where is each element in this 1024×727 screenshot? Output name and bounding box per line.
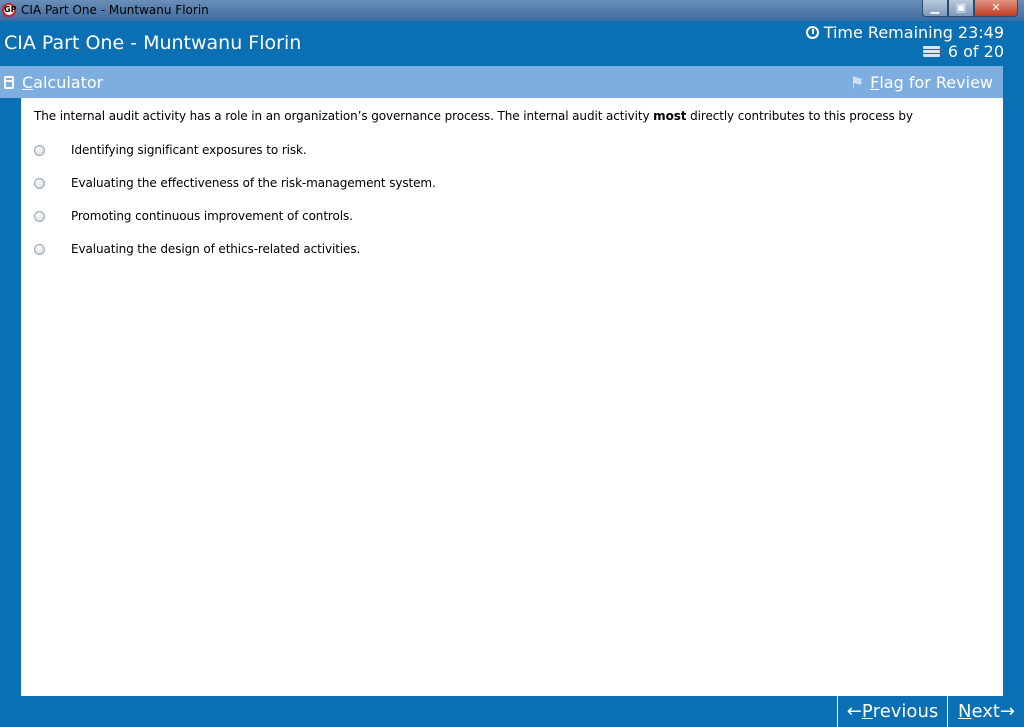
calculator-button[interactable]: Calculator: [4, 73, 103, 92]
arrow-right-icon: →: [999, 701, 1016, 722]
window-controls: ▁ ▣ ✕: [922, 0, 1018, 18]
previous-button[interactable]: ← Previous: [837, 696, 947, 727]
question-progress: 6 of 20: [922, 42, 1004, 61]
option-label: Promoting continuous improvement of cont…: [71, 209, 353, 223]
answer-option-2[interactable]: Evaluating the effectiveness of the risk…: [34, 176, 436, 190]
emphasis-most: most: [653, 109, 687, 123]
next-button[interactable]: Next →: [947, 696, 1024, 727]
minimize-button[interactable]: ▁: [922, 0, 948, 17]
flag-icon: ⚑: [849, 73, 865, 92]
option-label: Evaluating the effectiveness of the risk…: [71, 176, 436, 190]
calculator-label: Calculator: [22, 73, 104, 92]
time-value: 23:49: [957, 23, 1004, 42]
time-label: Time Remaining: [823, 23, 953, 42]
option-label: Evaluating the design of ethics-related …: [71, 242, 361, 256]
app-logo-icon: GP: [2, 3, 16, 17]
exam-header: CIA Part One - Muntwanu Florin Time Rema…: [0, 21, 1024, 65]
questions-stack-icon: [922, 46, 940, 57]
option-label: Identifying significant exposures to ris…: [71, 143, 307, 157]
radio-button[interactable]: [34, 144, 45, 156]
window-title: CIA Part One - Muntwanu Florin: [21, 3, 209, 17]
radio-button[interactable]: [34, 177, 45, 189]
exam-toolbar: Calculator ⚑ Flag for Review: [0, 66, 1003, 98]
exam-title: CIA Part One - Muntwanu Florin: [4, 32, 302, 54]
radio-button[interactable]: [34, 243, 45, 255]
progress-text: 6 of 20: [947, 42, 1004, 61]
close-button[interactable]: ✕: [974, 0, 1018, 17]
flag-label: Flag for Review: [870, 73, 993, 92]
question-panel: The internal audit activity has a role i…: [21, 98, 1003, 696]
answer-option-4[interactable]: Evaluating the design of ethics-related …: [34, 242, 360, 256]
question-stem: The internal audit activity has a role i…: [34, 109, 913, 123]
calculator-icon: [4, 76, 14, 89]
clock-icon: [805, 26, 819, 39]
radio-button[interactable]: [34, 210, 45, 222]
arrow-left-icon: ←: [846, 701, 862, 722]
navigation-footer: ← Previous Next →: [0, 696, 1024, 727]
answer-option-3[interactable]: Promoting continuous improvement of cont…: [34, 209, 353, 223]
restore-button[interactable]: ▣: [948, 0, 974, 17]
window-titlebar: GP CIA Part One - Muntwanu Florin ▁ ▣ ✕: [0, 0, 1024, 21]
time-remaining: Time Remaining 23:49: [805, 23, 1004, 42]
flag-for-review-button[interactable]: ⚑ Flag for Review: [850, 73, 993, 92]
answer-option-1[interactable]: Identifying significant exposures to ris…: [34, 143, 307, 157]
